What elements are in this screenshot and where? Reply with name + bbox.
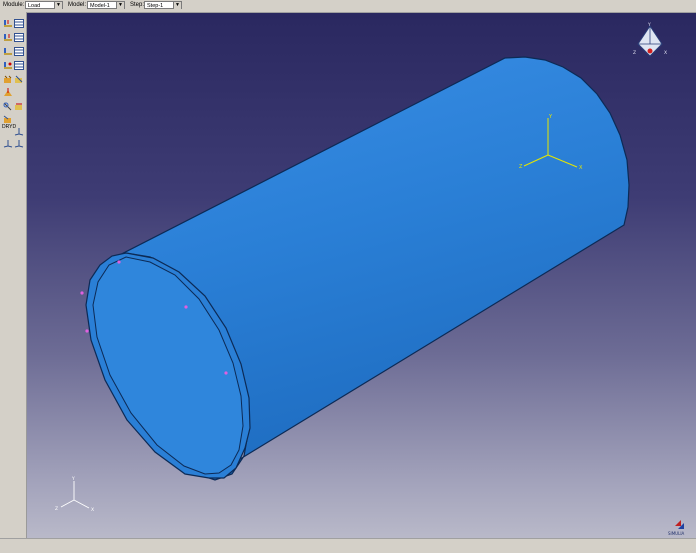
- model-select[interactable]: Model-1 ▼: [87, 1, 125, 9]
- chevron-down-icon: ▼: [173, 2, 181, 9]
- step-label: Step:: [130, 2, 145, 8]
- step-value: Step-1: [147, 3, 164, 9]
- module-value: Load: [28, 3, 41, 9]
- load-case-manager-icon[interactable]: [14, 57, 24, 70]
- field-manager-icon[interactable]: [14, 43, 24, 56]
- triad-y-label: Y: [71, 476, 75, 482]
- logo-text: SIMULIA: [668, 531, 685, 536]
- triad: [60, 481, 90, 509]
- chevron-down-icon: ▼: [116, 2, 124, 9]
- load-manager-icon[interactable]: [3, 15, 13, 27]
- view-cube[interactable]: [637, 25, 663, 57]
- model-value: Model-1: [90, 3, 110, 9]
- chevron-down-icon: ▼: [54, 2, 62, 9]
- query-tool-icon[interactable]: [3, 98, 13, 111]
- create-load-icon[interactable]: [3, 29, 13, 41]
- view-cube-x-label: X: [664, 50, 667, 56]
- status-bar: [0, 538, 696, 553]
- assign-icon[interactable]: [3, 111, 13, 123]
- triad-z-label: Z: [55, 506, 58, 512]
- bc-manager-icon[interactable]: [14, 15, 24, 28]
- module-select[interactable]: Load ▼: [25, 1, 63, 9]
- model-viewport[interactable]: Y X Z Y X Z Y X Z SIMULIA: [27, 13, 696, 538]
- toolbox: DRYD: [0, 12, 27, 538]
- view-cube-z-label: Z: [633, 50, 636, 56]
- datum-csys-icon[interactable]: [3, 135, 13, 148]
- constraint-manager-icon[interactable]: [14, 71, 24, 83]
- view-cube-y-label: Y: [647, 22, 651, 28]
- context-bar: Module: Load ▼ Model: Model-1 ▼ Step: St…: [0, 0, 696, 13]
- step-select[interactable]: Step-1 ▼: [144, 1, 182, 9]
- csys-manager-icon[interactable]: [14, 135, 24, 148]
- module-label: Module:: [3, 2, 25, 8]
- csys-z-label: Z: [519, 164, 523, 170]
- simulia-logo: [675, 520, 684, 529]
- amplitude-icon[interactable]: [14, 98, 24, 110]
- pipe-part[interactable]: Y X Z Y X Z Y X Z SIMULIA: [27, 13, 696, 538]
- create-bc-icon[interactable]: [14, 29, 24, 42]
- create-constraint-icon[interactable]: [3, 71, 13, 83]
- predefined-field-icon[interactable]: [3, 43, 13, 55]
- load-case-icon[interactable]: [3, 57, 13, 69]
- model-label: Model:: [68, 2, 87, 8]
- triad-x-label: X: [91, 507, 94, 513]
- create-datum-icon[interactable]: [14, 123, 24, 136]
- create-load-small-icon[interactable]: [3, 84, 13, 96]
- csys-x-label: X: [579, 165, 583, 171]
